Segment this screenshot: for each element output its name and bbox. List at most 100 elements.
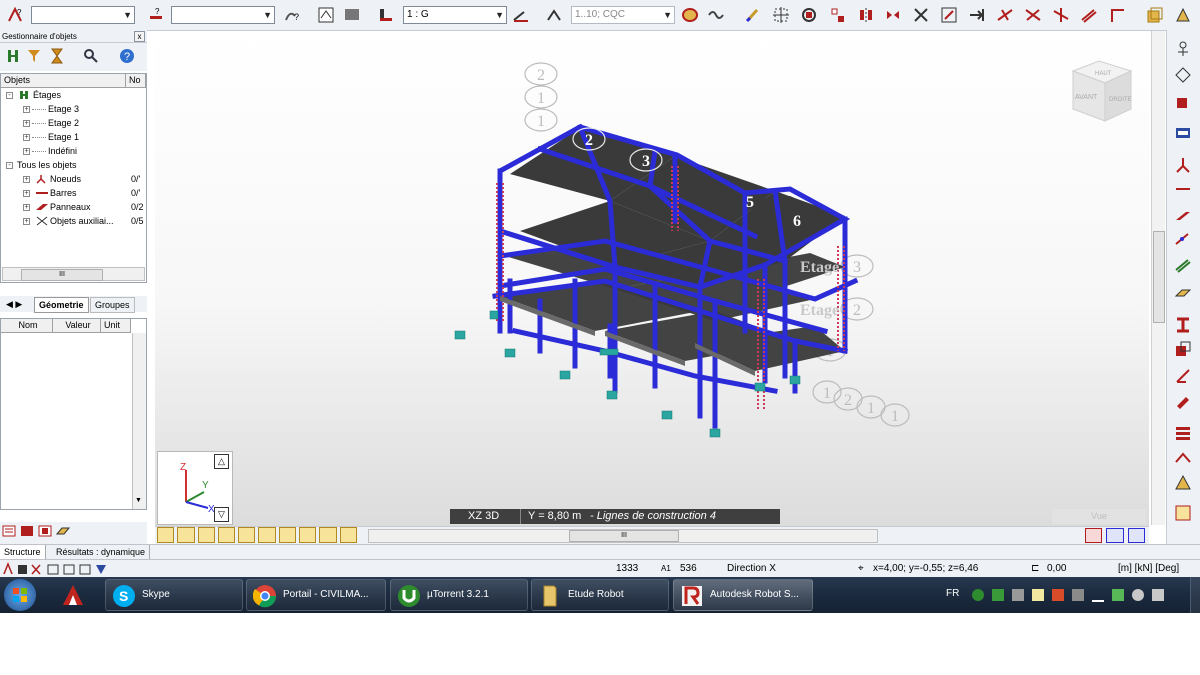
tab-geometrie[interactable]: Géometrie <box>34 297 89 313</box>
expand-icon[interactable]: + <box>23 148 30 155</box>
bar-tool-icon[interactable] <box>1174 180 1192 198</box>
tab-structure[interactable]: Structure <box>0 545 46 559</box>
viewport-3d[interactable]: 2 1 1 4 3 2 1 1 2 1 1 <box>155 31 1149 526</box>
start-button-icon[interactable] <box>4 579 36 611</box>
tree-item[interactable]: + Objets auxiliai... 0/5 <box>1 215 146 228</box>
cladding-tool-icon[interactable] <box>1174 392 1192 410</box>
view-button-icon[interactable] <box>238 527 256 543</box>
case-query-icon[interactable]: ? <box>283 6 301 24</box>
layout-icon[interactable] <box>1106 528 1124 543</box>
scroll-thumb[interactable]: III <box>569 530 679 542</box>
taskbar-item-robot[interactable]: Autodesk Robot S... <box>673 579 813 611</box>
robot-pinned-icon[interactable] <box>60 583 86 607</box>
bar-select-icon[interactable]: ? <box>147 6 165 24</box>
divide-icon[interactable] <box>996 6 1014 24</box>
mode-combo[interactable]: 1..10; CQC ▼ <box>571 6 675 24</box>
view-button-icon[interactable] <box>339 527 357 543</box>
tray-icon[interactable] <box>1112 589 1124 601</box>
view-button-icon[interactable] <box>197 527 215 543</box>
collapse-icon[interactable]: - <box>6 92 13 99</box>
monitor-icon[interactable] <box>343 6 361 24</box>
tree-item[interactable]: + Etage 3 <box>1 103 146 116</box>
combination-icon[interactable] <box>1174 474 1192 492</box>
show-desktop-button[interactable] <box>1190 577 1200 613</box>
design-icon[interactable] <box>1174 6 1192 24</box>
tray-icon[interactable] <box>992 589 1004 601</box>
chevron-down-icon[interactable]: ▼ <box>135 497 142 504</box>
tab-resultats[interactable]: Résultats : dynamique <box>52 545 151 559</box>
load-case-combo[interactable]: 1 : G ▼ <box>403 6 507 24</box>
case-next-icon[interactable] <box>512 6 530 24</box>
expand-icon[interactable]: + <box>23 190 30 197</box>
release-tool-icon[interactable] <box>1174 230 1192 248</box>
tray-icon[interactable] <box>1052 589 1064 601</box>
section-icon[interactable] <box>1146 6 1164 24</box>
view-button-icon[interactable] <box>177 527 195 543</box>
tab-prev-icon[interactable]: ◀ ▶ <box>2 297 26 311</box>
slab-view-icon[interactable] <box>56 524 70 538</box>
tree-item[interactable]: + Indéfini <box>1 145 146 158</box>
column-header-name[interactable]: Nom <box>1 319 53 333</box>
load-case-icon[interactable] <box>377 6 395 24</box>
power-icon[interactable] <box>1132 589 1144 601</box>
mirror-icon[interactable] <box>857 6 875 24</box>
tree-item[interactable]: + Noeuds 0/' <box>1 173 146 186</box>
search-icon[interactable] <box>82 47 100 65</box>
expand-icon[interactable]: + <box>23 176 30 183</box>
intersect-icon[interactable] <box>912 6 930 24</box>
viewport-hscroll[interactable]: III <box>368 529 878 543</box>
tray-icon[interactable] <box>1072 589 1084 601</box>
section-view-icon[interactable] <box>20 524 34 538</box>
view-button-icon[interactable] <box>258 527 276 543</box>
horizontal-scrollbar[interactable]: III <box>2 267 145 281</box>
trim-icon[interactable] <box>1052 6 1070 24</box>
mirror-plane-icon[interactable] <box>884 6 902 24</box>
close-icon[interactable]: x <box>134 31 145 42</box>
help-icon[interactable]: ? <box>118 47 136 65</box>
expand-icon[interactable]: + <box>23 134 30 141</box>
expand-icon[interactable]: + <box>23 120 30 127</box>
tree-item[interactable]: + Barres 0/' <box>1 187 146 200</box>
tray-icon[interactable] <box>1032 589 1044 601</box>
section-tool-icon[interactable] <box>1174 92 1192 110</box>
scale-icon[interactable] <box>940 6 958 24</box>
tree-item[interactable]: + Etage 2 <box>1 117 146 130</box>
node-combo[interactable]: ▼ <box>31 6 135 24</box>
split-icon[interactable] <box>1024 6 1042 24</box>
rotate-icon[interactable] <box>800 6 818 24</box>
utorrent-tray-icon[interactable] <box>972 589 984 601</box>
spectrum-tool-icon[interactable] <box>1174 424 1192 442</box>
display-icon[interactable] <box>317 6 335 24</box>
deformation-icon[interactable] <box>707 6 725 24</box>
scroll-thumb[interactable]: III <box>21 269 103 281</box>
hourglass-icon[interactable] <box>48 47 66 65</box>
offset-icon[interactable] <box>1080 6 1098 24</box>
table-view-icon[interactable] <box>38 524 52 538</box>
scroll-thumb[interactable] <box>1153 231 1165 323</box>
tree-view-icon[interactable] <box>2 524 16 538</box>
tree-item[interactable]: - Tous les objets <box>1 159 146 172</box>
tray-icon[interactable] <box>1012 589 1024 601</box>
i-beam-icon[interactable] <box>1174 316 1192 334</box>
view-button-icon[interactable] <box>299 527 317 543</box>
column-header-unit[interactable]: Unit <box>101 319 131 333</box>
scroll-down-icon[interactable]: ▽ <box>214 507 229 522</box>
column-header-objects[interactable]: Objets <box>1 74 126 88</box>
expand-icon[interactable]: + <box>23 204 30 211</box>
viewport-vscroll[interactable] <box>1151 31 1165 525</box>
snow-load-icon[interactable] <box>1174 448 1192 466</box>
taskbar-item-skype[interactable]: S Skype <box>105 579 243 611</box>
tree-item[interactable]: + Panneaux 0/2 <box>1 201 146 214</box>
tab-groupes[interactable]: Groupes <box>90 297 135 313</box>
extend-icon[interactable] <box>968 6 986 24</box>
filter-icon[interactable] <box>4 47 22 65</box>
corner-icon[interactable] <box>1108 6 1126 24</box>
vertical-scrollbar[interactable]: ▼ <box>132 333 146 509</box>
view-button-icon[interactable] <box>319 527 337 543</box>
units-value[interactable]: [m] [kN] [Deg] <box>1118 562 1179 576</box>
column-header-no[interactable]: No <box>126 74 146 88</box>
taskbar-item-utorrent[interactable]: µTorrent 3.2.1 <box>390 579 528 611</box>
collapse-icon[interactable]: - <box>6 162 13 169</box>
bar-combo[interactable]: ▼ <box>171 6 275 24</box>
layout-icon[interactable] <box>1127 528 1145 543</box>
